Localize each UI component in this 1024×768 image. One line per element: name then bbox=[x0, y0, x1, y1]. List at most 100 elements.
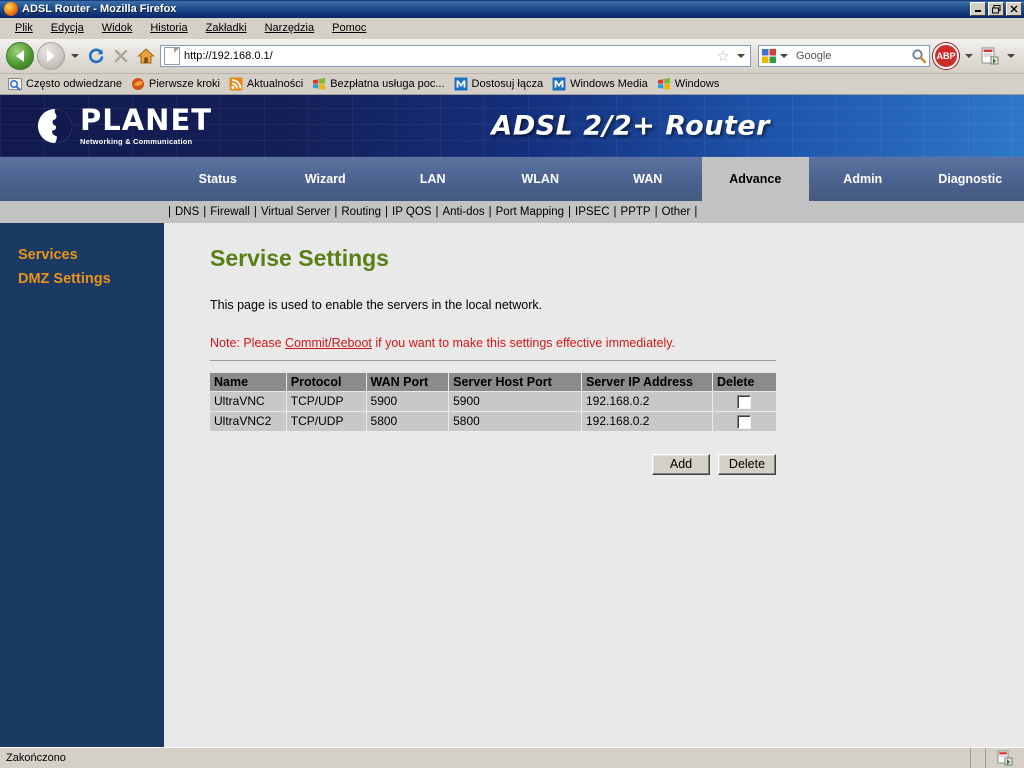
bookmark-bezplatna-usluga[interactable]: Bezpłatna usługa poc... bbox=[310, 77, 451, 91]
menu-item-zakladki[interactable]: Zakładki bbox=[197, 20, 256, 36]
nav-tab-advance[interactable]: Advance bbox=[701, 157, 809, 201]
table-header-row: Name Protocol WAN Port Server Host Port … bbox=[210, 373, 776, 392]
menu-label-pomoc: Pomoc bbox=[332, 22, 367, 34]
bookmark-dostosuj-lacza[interactable]: Dostosuj łącza bbox=[452, 77, 551, 91]
restore-button[interactable] bbox=[988, 2, 1004, 16]
nav-tab-lan[interactable]: LAN bbox=[379, 157, 487, 201]
sidebar-item-label: DMZ Settings bbox=[18, 271, 111, 287]
sidebar-item-label: Services bbox=[18, 247, 78, 263]
nav-tab-label: WAN bbox=[633, 172, 663, 186]
downloads-icon[interactable] bbox=[979, 45, 1001, 67]
bookmark-czesto-odwiedzane[interactable]: Często odwiedzane bbox=[6, 77, 129, 91]
column-header-server-host-port: Server Host Port bbox=[448, 373, 582, 392]
google-icon bbox=[762, 49, 776, 63]
submenu-separator: | bbox=[654, 206, 658, 218]
submenu-item-anti-dos[interactable]: Anti-dos bbox=[442, 206, 484, 218]
downloads-status-icon[interactable] bbox=[997, 750, 1013, 766]
bookmark-star-icon[interactable]: ☆ bbox=[713, 47, 734, 65]
bookmark-windows[interactable]: Windows bbox=[655, 77, 727, 91]
submenu-item-other[interactable]: Other bbox=[662, 206, 691, 218]
cell-delete[interactable] bbox=[712, 391, 776, 412]
planet-moon-icon bbox=[37, 108, 73, 144]
delete-checkbox[interactable] bbox=[737, 414, 752, 429]
nav-tab-diagnostic[interactable]: Diagnostic bbox=[917, 157, 1024, 201]
reload-button[interactable] bbox=[85, 45, 107, 67]
table-actions: Add Delete bbox=[210, 453, 776, 475]
url-dropdown-icon[interactable] bbox=[737, 54, 745, 58]
planet-logo[interactable]: PLANET Networking & Communication bbox=[36, 106, 212, 146]
minimize-button[interactable] bbox=[970, 2, 986, 16]
nav-tab-wizard[interactable]: Wizard bbox=[272, 157, 380, 201]
column-header-server-ip-address: Server IP Address bbox=[581, 373, 713, 392]
bookmark-label: Pierwsze kroki bbox=[149, 78, 220, 90]
search-input[interactable]: Google bbox=[791, 50, 911, 62]
status-indicators[interactable] bbox=[986, 750, 1024, 766]
search-bar[interactable]: Google bbox=[758, 45, 930, 67]
window-title: ADSL Router - Mozilla Firefox bbox=[22, 3, 177, 15]
menu-item-narzedzia[interactable]: Narzędzia bbox=[256, 20, 324, 36]
menu-label-historia: Historia bbox=[150, 22, 188, 34]
menu-item-historia[interactable]: Historia bbox=[141, 20, 196, 36]
title-bar: ADSL Router - Mozilla Firefox bbox=[0, 0, 1024, 18]
cell-server-ip: 192.168.0.2 bbox=[581, 391, 713, 412]
sidebar-item-services[interactable]: Services bbox=[0, 243, 164, 267]
submenu-item-routing[interactable]: Routing bbox=[341, 206, 381, 218]
cell-wan-port: 5900 bbox=[366, 391, 450, 412]
stop-button[interactable] bbox=[110, 45, 132, 67]
adblock-plus-icon[interactable]: ABP bbox=[933, 43, 959, 69]
submenu-separator: | bbox=[168, 206, 171, 218]
submenu-item-pptp[interactable]: PPTP bbox=[621, 206, 651, 218]
nav-tab-wlan[interactable]: WLAN bbox=[487, 157, 595, 201]
site-banner: PLANET Networking & Communication ADSL 2… bbox=[0, 95, 1024, 157]
abp-chevron-icon[interactable] bbox=[965, 54, 973, 58]
sidebar-item-dmz-settings[interactable]: DMZ Settings bbox=[0, 267, 164, 291]
commit-reboot-link[interactable]: Commit/Reboot bbox=[285, 336, 372, 350]
menu-item-widok[interactable]: Widok bbox=[93, 20, 142, 36]
chevron-down-icon[interactable] bbox=[71, 54, 79, 58]
delete-checkbox[interactable] bbox=[737, 394, 752, 409]
add-button[interactable]: Add bbox=[652, 453, 710, 475]
submenu-item-dns[interactable]: DNS bbox=[175, 206, 199, 218]
url-input[interactable]: http://192.168.0.1/ bbox=[184, 50, 713, 62]
forward-arrow-icon bbox=[47, 50, 55, 62]
nav-tab-admin[interactable]: Admin bbox=[809, 157, 917, 201]
nav-tab-label: WLAN bbox=[521, 172, 560, 186]
close-button[interactable] bbox=[1006, 2, 1022, 16]
planet-logo-tagline: Networking & Communication bbox=[80, 137, 193, 146]
search-icon[interactable] bbox=[911, 48, 927, 64]
submenu-item-port-mapping[interactable]: Port Mapping bbox=[496, 206, 564, 218]
sub-nav-bar: | DNS | Firewall | Virtual Server | Rout… bbox=[0, 201, 1024, 223]
back-button[interactable] bbox=[6, 42, 34, 70]
menu-label-zakladki: Zakładki bbox=[205, 22, 247, 34]
cell-name: UltraVNC2 bbox=[210, 411, 287, 432]
rss-icon bbox=[229, 77, 243, 91]
forward-button[interactable] bbox=[37, 42, 65, 70]
planet-logo-text: PLANET Networking & Communication bbox=[80, 106, 212, 147]
url-bar[interactable]: http://192.168.0.1/ ☆ bbox=[160, 45, 751, 67]
submenu-separator: | bbox=[203, 206, 207, 218]
table-row: UltraVNC2 TCP/UDP 5800 5800 192.168.0.2 bbox=[210, 411, 776, 432]
column-header-name: Name bbox=[210, 373, 287, 392]
status-spacer bbox=[971, 748, 986, 768]
nav-tab-status[interactable]: Status bbox=[164, 157, 272, 201]
menu-item-edycja[interactable]: Edycja bbox=[42, 20, 93, 36]
menu-item-pomoc[interactable]: Pomoc bbox=[323, 20, 375, 36]
bookmark-aktualnosci[interactable]: Aktualności bbox=[227, 77, 310, 91]
home-button[interactable] bbox=[135, 45, 157, 67]
delete-button[interactable]: Delete bbox=[718, 453, 776, 475]
msn-icon bbox=[454, 77, 468, 91]
menu-item-plik[interactable]: Plik bbox=[6, 20, 42, 36]
search-engine-chevron-icon[interactable] bbox=[780, 54, 788, 58]
column-header-wan-port: WAN Port bbox=[366, 373, 450, 392]
submenu-item-virtual-server[interactable]: Virtual Server bbox=[261, 206, 330, 218]
cell-delete[interactable] bbox=[712, 411, 776, 432]
submenu-item-ipsec[interactable]: IPSEC bbox=[575, 206, 610, 218]
submenu-item-ip-qos[interactable]: IP QOS bbox=[392, 206, 431, 218]
content-area: Servise Settings This page is used to en… bbox=[164, 223, 1024, 747]
table-head: Name Protocol WAN Port Server Host Port … bbox=[210, 373, 776, 392]
nav-tab-wan[interactable]: WAN bbox=[594, 157, 702, 201]
downloads-chevron-icon[interactable] bbox=[1007, 54, 1015, 58]
bookmark-windows-media[interactable]: Windows Media bbox=[550, 77, 655, 91]
bookmark-pierwsze-kroki[interactable]: Pierwsze kroki bbox=[129, 77, 227, 91]
submenu-item-firewall[interactable]: Firewall bbox=[210, 206, 250, 218]
